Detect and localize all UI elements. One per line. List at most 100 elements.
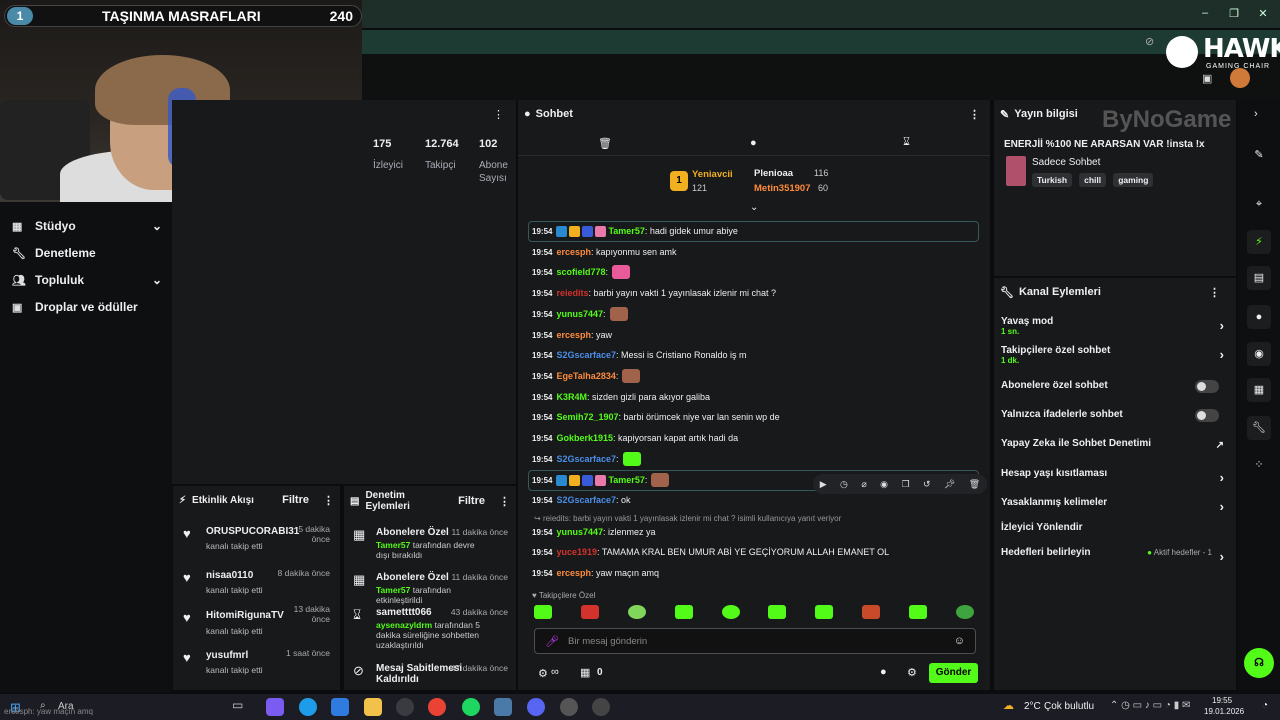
sidebar-item-drops[interactable]: ▣ Droplar ve ödüller: [12, 297, 162, 317]
chat-message[interactable]: 19:54 yunus7447:: [532, 307, 628, 321]
message-username[interactable]: ercesph: [556, 247, 591, 257]
chat-bubble-icon[interactable]: ●: [880, 666, 887, 678]
pin-icon[interactable]: 📌︎: [944, 479, 955, 490]
message-username[interactable]: yunus7447: [556, 309, 603, 319]
message-username[interactable]: Tamer57: [608, 226, 644, 236]
more-icon[interactable]: ⋮: [493, 108, 504, 121]
emote-icon[interactable]: [768, 605, 787, 619]
message-username[interactable]: reiedits: [556, 288, 588, 298]
clock-icon[interactable]: ◷: [840, 479, 848, 490]
more-icon[interactable]: ⋮: [499, 495, 510, 508]
action-followers-only[interactable]: Takipçilere özel sohbet 1 dk. ›: [1001, 345, 1226, 365]
copilot-icon[interactable]: [266, 698, 284, 716]
subs-only-toggle[interactable]: [1195, 380, 1219, 393]
app-icon[interactable]: [592, 698, 610, 716]
chat-message[interactable]: 19:54 Gokberk1915: kapiyorsan kapat artık…: [532, 431, 738, 445]
chat-message[interactable]: 19:54 K3R4M: sizden gizli para akıyor gal…: [532, 390, 710, 404]
message-username[interactable]: ercesph: [556, 330, 591, 340]
close-icon[interactable]: ✕: [1256, 7, 1270, 21]
chat-message[interactable]: 19:54 yuce1919: TAMAMA KRAL BEN UMUR ABİ …: [532, 545, 889, 559]
chat-message[interactable]: 19:54 Tamer57:: [532, 473, 670, 487]
broadcast-icon[interactable]: ◉: [1247, 342, 1271, 366]
emote-icon[interactable]: [955, 605, 974, 619]
emotes-only-toggle[interactable]: [1195, 409, 1219, 422]
chat-icon[interactable]: ●: [1247, 305, 1271, 329]
target-icon[interactable]: ⌖: [1247, 192, 1271, 216]
task-view-icon[interactable]: ▭: [232, 698, 250, 716]
minimize-icon[interactable]: –: [1198, 7, 1212, 21]
chat-message[interactable]: 19:54 EgeTalha2834:: [532, 369, 641, 383]
action-redirect[interactable]: İzleyici Yönlendir: [1001, 522, 1226, 533]
camera-icon[interactable]: ▣: [1202, 72, 1212, 85]
sidebar-item-studio[interactable]: ▦ Stüdyo ⌄: [12, 216, 162, 236]
chat-message[interactable]: 19:54 scofield778:: [532, 265, 631, 279]
emote-icon[interactable]: [627, 605, 646, 619]
undo-icon[interactable]: ↺: [923, 479, 931, 490]
avatar[interactable]: [1230, 68, 1250, 88]
more-icon[interactable]: ⋮: [323, 494, 334, 507]
play-icon[interactable]: ▶: [820, 479, 827, 490]
sidebar-item-moderation[interactable]: 🔧︎ Denetleme: [12, 243, 162, 263]
emote-icon[interactable]: [721, 605, 740, 619]
folder-icon[interactable]: [364, 698, 382, 716]
chat-message[interactable]: 19:54 yunus7447: izlenmez ya: [532, 525, 656, 539]
maximize-icon[interactable]: ❐: [1227, 7, 1241, 21]
layout-icon[interactable]: ▦: [1247, 378, 1271, 402]
emote-icon[interactable]: [674, 605, 693, 619]
edge-icon[interactable]: [299, 698, 317, 716]
microphone-icon[interactable]: 🎤︎: [545, 635, 559, 648]
gear-icon[interactable]: ⚙: [907, 666, 917, 679]
chat-message[interactable]: 19:54 Tamer57: hadi gidek umur abiye: [532, 224, 738, 238]
more-icon[interactable]: ⋮: [969, 108, 980, 121]
filter-button[interactable]: Filtre: [282, 494, 309, 506]
chat-message[interactable]: 19:54 reiedits: barbi yayın vakti 1 yayın…: [532, 286, 776, 300]
message-username[interactable]: K3R4M: [556, 392, 587, 402]
message-username[interactable]: scofield778: [556, 267, 605, 277]
message-username[interactable]: Semih72_1907: [556, 412, 618, 422]
gift-icon[interactable]: ▦: [580, 666, 590, 679]
steam-icon[interactable]: [494, 698, 512, 716]
action-ai-moderation[interactable]: Yapay Zeka ile Sohbet Denetimi ↗: [1001, 438, 1226, 451]
notification-icon[interactable]: ◔: [1262, 700, 1268, 711]
address-bar[interactable]: ⊘: [362, 30, 1280, 54]
reply-icon[interactable]: ◉: [880, 479, 888, 490]
ban-icon[interactable]: ⌀: [861, 479, 866, 490]
discord-icon[interactable]: [527, 698, 545, 716]
eye-off-icon[interactable]: ⊘: [1145, 35, 1154, 48]
expand-icon[interactable]: ›: [1254, 108, 1258, 120]
message-username[interactable]: S2Gscarface7: [556, 454, 616, 464]
hourglass-icon[interactable]: ⌛︎: [903, 136, 910, 149]
obs-icon[interactable]: [560, 698, 578, 716]
message-username[interactable]: EgeTalha2834: [556, 371, 615, 381]
xbox-icon[interactable]: [396, 698, 414, 716]
wrench-icon[interactable]: 🔧︎: [1247, 416, 1271, 440]
trash-icon[interactable]: 🗑︎: [598, 137, 612, 150]
apps-icon[interactable]: ⁘: [1247, 453, 1271, 477]
chat-message[interactable]: 19:54 Semih72_1907: barbi örümcek niye va…: [532, 410, 780, 424]
help-button[interactable]: ☊: [1244, 648, 1274, 678]
action-banned-words[interactable]: Yasaklanmış kelimeler ›: [1001, 497, 1226, 514]
sidebar-item-community[interactable]: 👥︎ Topluluk ⌄: [12, 270, 162, 290]
bolt-icon[interactable]: ⚡︎: [1247, 230, 1271, 254]
document-icon[interactable]: ▤: [1247, 266, 1271, 290]
message-username[interactable]: S2Gscarface7: [556, 495, 616, 505]
send-button[interactable]: Gönder: [929, 663, 978, 683]
message-username[interactable]: S2Gscarface7: [556, 350, 616, 360]
message-username[interactable]: yuce1919: [556, 547, 597, 557]
action-goals[interactable]: Hedefleri belirleyin ● Aktif hedefler - …: [1001, 547, 1226, 564]
emote-icon[interactable]: [580, 605, 599, 619]
spotify-icon[interactable]: [462, 698, 480, 716]
chat-message[interactable]: 19:54 S2Gscarface7:: [532, 452, 641, 466]
chat-message[interactable]: 19:54 ercesph: yaw: [532, 328, 612, 342]
emote-icon[interactable]: [815, 605, 834, 619]
chat-message[interactable]: 19:54 ercesph: kapıyonmu sen amk: [532, 245, 677, 259]
emoji-icon[interactable]: ☺: [954, 635, 965, 647]
trash-icon[interactable]: 🗑︎: [969, 479, 980, 490]
chat-message[interactable]: 19:54 ercesph: yaw maçın amq: [532, 566, 659, 580]
filter-button[interactable]: Filtre: [458, 495, 485, 507]
chat-message[interactable]: 19:54 S2Gscarface7: Messi is Cristiano Ro…: [532, 348, 747, 362]
emote-icon[interactable]: [862, 605, 881, 619]
collapse-icon[interactable]: ⌄: [750, 202, 758, 213]
message-username[interactable]: Gokberk1915: [556, 433, 613, 443]
points-icon[interactable]: ⚙: [538, 667, 548, 680]
